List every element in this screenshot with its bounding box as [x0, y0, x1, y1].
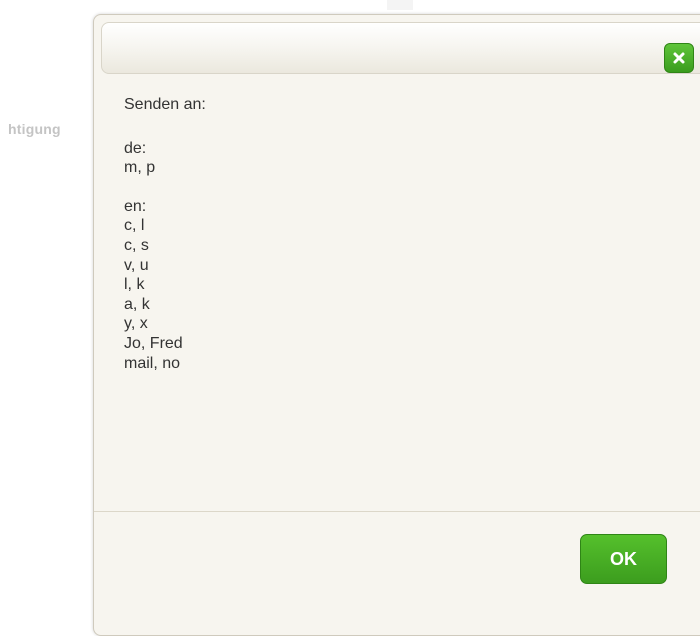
recipient-item: c, l [124, 217, 145, 235]
ok-button[interactable]: OK [580, 534, 667, 584]
recipient-item: y, x [124, 315, 148, 333]
recipient-item: l, k [124, 276, 145, 294]
footer-divider [94, 511, 700, 512]
close-icon [672, 51, 686, 65]
dialog-content: Senden an: de: m, p en: c, l c, s v, u l… [124, 95, 206, 392]
recipient-item: c, s [124, 236, 149, 254]
recipient-group-en: en: c, l c, s v, u l, k a, k y, x Jo, Fr… [124, 197, 206, 373]
dialog-titlebar [101, 22, 700, 74]
group-label-de: de: [124, 139, 147, 157]
group-label-en: en: [124, 197, 147, 215]
send-to-heading: Senden an: [124, 96, 206, 113]
background-text-fragment: htigung [8, 121, 61, 137]
recipient-group-de: de: m, p [124, 139, 206, 178]
recipients-dialog: Senden an: de: m, p en: c, l c, s v, u l… [93, 14, 700, 636]
recipient-item: v, u [124, 256, 149, 274]
close-button[interactable] [664, 43, 694, 73]
recipient-item: a, k [124, 295, 150, 313]
background-top-mark [387, 0, 413, 10]
recipient-item: mail, no [124, 354, 181, 372]
recipient-item: Jo, Fred [124, 334, 183, 352]
recipient-item: m, p [124, 159, 156, 177]
